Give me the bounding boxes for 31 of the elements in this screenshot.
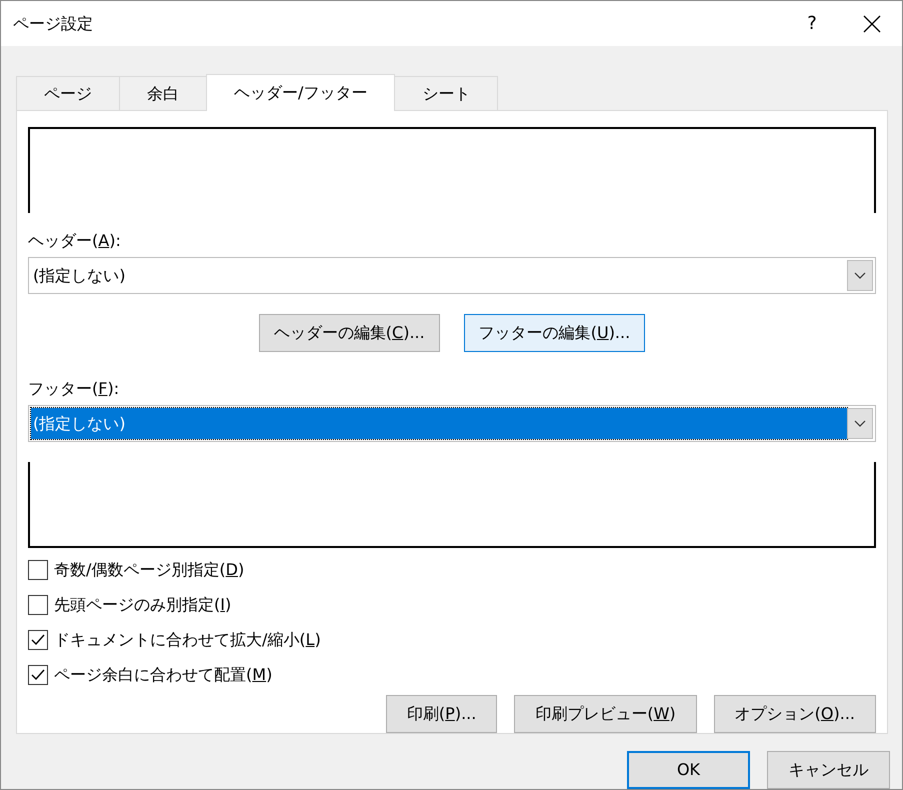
checkbox[interactable] <box>28 664 48 684</box>
header-dropdown[interactable]: (指定しない) <box>28 257 876 294</box>
footer-label: フッター(F): <box>28 378 120 400</box>
footer-dropdown[interactable]: (指定しない) <box>28 405 876 442</box>
checkmark-icon <box>31 634 45 646</box>
selected-value: (指定しない) <box>32 264 126 286</box>
chevron-icon <box>854 272 866 280</box>
checkmark-icon <box>31 668 45 680</box>
checkbox[interactable] <box>28 560 48 580</box>
tab[interactable]: ページ <box>16 76 120 110</box>
edit-footer-button[interactable]: フッターの編集(U)... <box>464 314 646 352</box>
edit-header-button[interactable]: ヘッダーの編集(C)... <box>258 314 440 352</box>
checkbox-label[interactable]: ページ余白に合わせて配置(M) <box>54 662 272 686</box>
dialog-button[interactable]: 印刷プレビュー(W) <box>514 695 697 733</box>
checkbox[interactable] <box>28 594 48 614</box>
close-icon <box>863 14 881 32</box>
cancel-button[interactable]: キャンセル <box>767 751 890 789</box>
header-label: ヘッダー(A): <box>28 230 122 252</box>
checkbox-label[interactable]: ドキュメントに合わせて拡大/縮小(L) <box>54 628 321 652</box>
help-button[interactable]: ? <box>782 1 842 46</box>
checkbox-label[interactable]: 奇数/偶数ページ別指定(D) <box>54 558 244 582</box>
selected-value: (指定しない) <box>31 408 847 439</box>
chevron-icon <box>854 420 866 428</box>
checkbox[interactable] <box>28 630 48 650</box>
tab[interactable]: シート <box>394 76 498 110</box>
dialog-button[interactable]: オプション(O)... <box>714 695 876 733</box>
dialog-button[interactable]: 印刷(P)... <box>386 695 498 733</box>
window-title: ページ設定 <box>13 12 94 34</box>
tab[interactable]: ヘッダー/フッター <box>206 74 396 111</box>
checkbox-label[interactable]: 先頭ページのみ別指定(I) <box>54 592 232 616</box>
ok-button[interactable]: OK <box>627 751 750 789</box>
